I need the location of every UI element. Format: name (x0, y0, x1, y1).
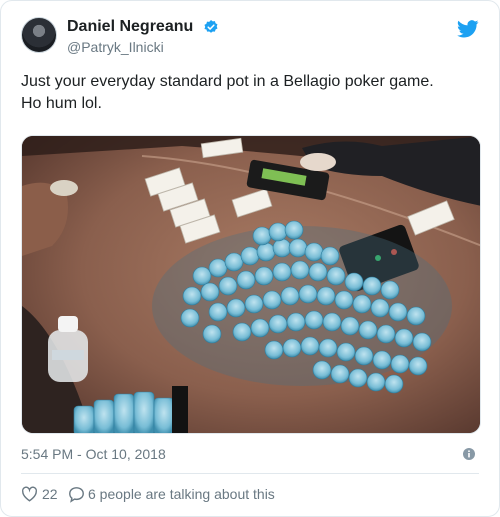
tweet-text-line-2: Ho hum lol. (21, 95, 102, 112)
tweet-text-line-1: Just your everyday standard pot in a Bel… (21, 73, 434, 90)
info-icon[interactable] (463, 448, 475, 460)
user-name[interactable]: Daniel Negreanu (67, 17, 193, 37)
divider (21, 473, 479, 474)
tweet-meta: 5:54 PM - Oct 10, 2018 (21, 444, 479, 464)
speech-bubble-icon[interactable] (68, 486, 85, 503)
tweet-card: Daniel Negreanu @Patryk_Ilnicki Just you… (0, 0, 500, 517)
conversation-link[interactable]: 6 people are talking about this (88, 486, 275, 502)
tweet-photo[interactable] (21, 135, 481, 434)
poker-table-image (22, 136, 480, 433)
tweet-actions: 22 6 people are talking about this (21, 483, 479, 505)
timestamp[interactable]: 5:54 PM - Oct 10, 2018 (21, 446, 166, 462)
avatar[interactable] (21, 17, 57, 53)
tweet-text: Just your everyday standard pot in a Bel… (21, 71, 481, 115)
twitter-bird-icon[interactable] (457, 20, 479, 38)
user-handle[interactable]: @Patryk_Ilnicki (67, 38, 164, 56)
like-count[interactable]: 22 (42, 486, 58, 502)
verified-badge-icon (204, 20, 218, 33)
tweet-header: Daniel Negreanu @Patryk_Ilnicki (21, 17, 479, 61)
heart-icon[interactable] (21, 486, 38, 502)
